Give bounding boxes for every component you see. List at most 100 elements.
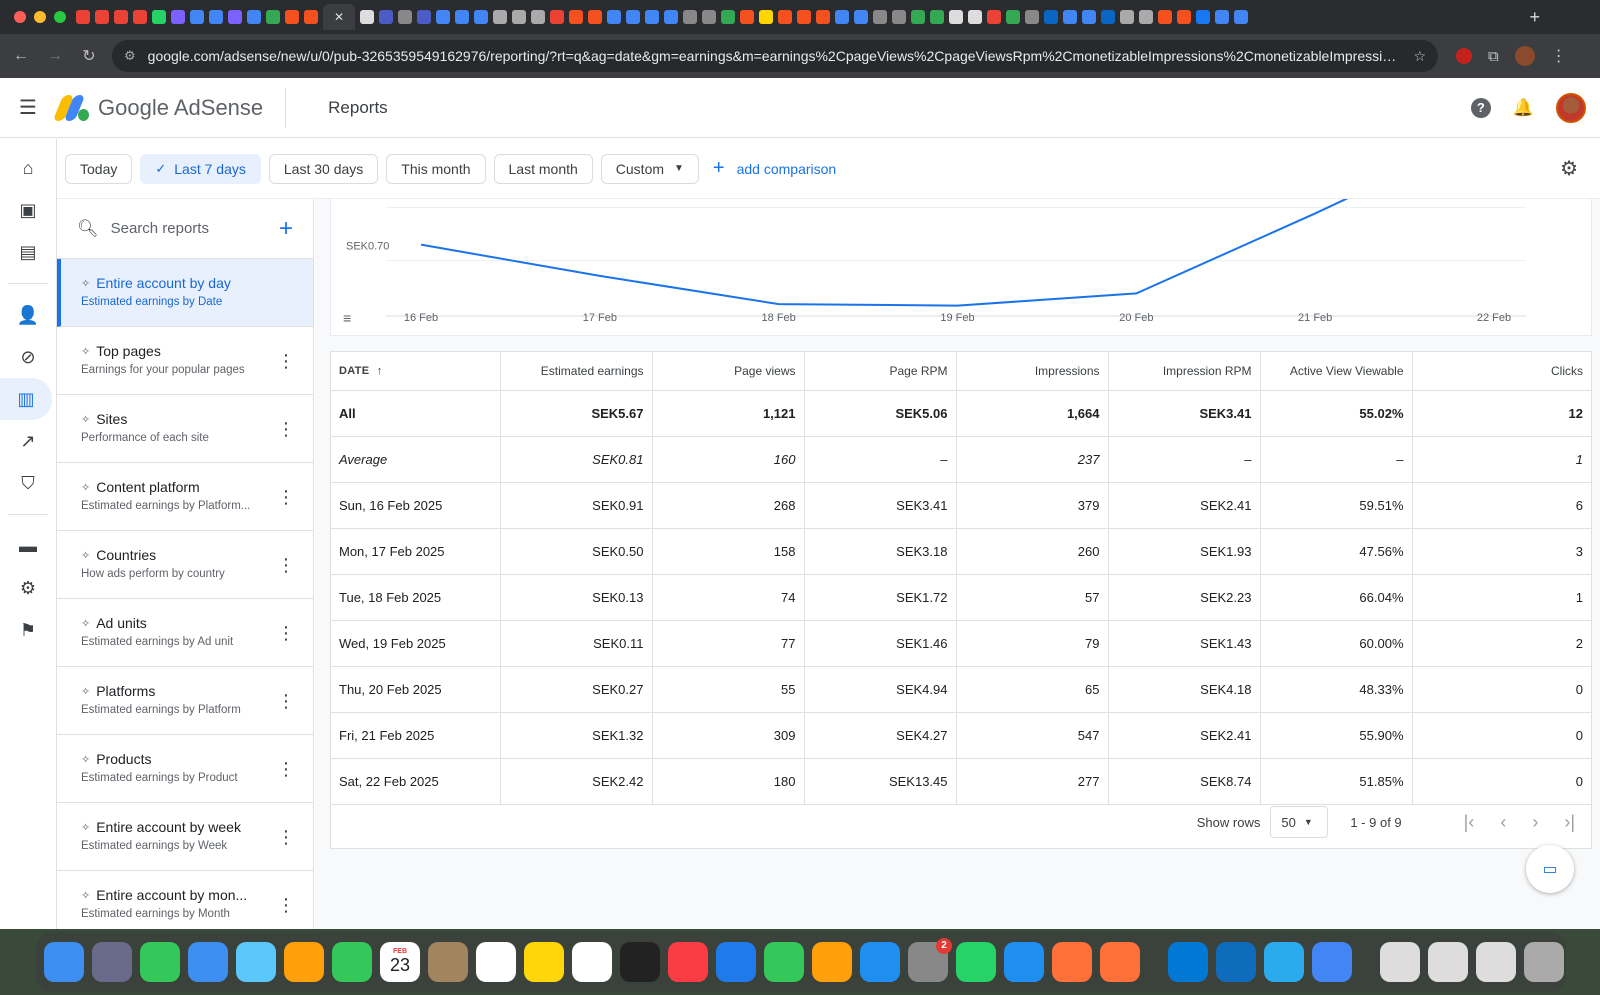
app-store-icon[interactable] [860, 942, 900, 982]
browser-tab[interactable] [76, 10, 90, 24]
account-avatar[interactable] [1556, 92, 1586, 123]
privacy-messaging-icon[interactable]: 👤 [4, 294, 52, 336]
policy-center-icon[interactable]: ⛉ [4, 462, 52, 504]
more-options-icon[interactable]: ⋮ [277, 419, 295, 440]
browser-tab[interactable] [702, 10, 716, 24]
minimize-window-button[interactable] [34, 11, 46, 23]
browser-tab[interactable] [683, 10, 697, 24]
previous-page-icon[interactable]: ‹ [1500, 812, 1506, 833]
rows-per-page-select[interactable]: 50 ▼ [1270, 806, 1329, 838]
more-options-icon[interactable]: ⋮ [277, 895, 295, 916]
column-header[interactable]: Page views [652, 352, 805, 391]
document-icon[interactable] [1428, 942, 1468, 982]
browser-tab[interactable] [417, 10, 431, 24]
browser-tab[interactable] [304, 10, 318, 24]
calendar-icon[interactable]: FEB 23 [380, 942, 420, 982]
browser-tab[interactable] [626, 10, 640, 24]
add-comparison-button[interactable]: + add comparison [713, 157, 836, 180]
forward-icon[interactable]: → [38, 47, 72, 65]
facetime-icon[interactable] [332, 942, 372, 982]
sites-icon[interactable]: ▤ [4, 231, 52, 273]
browser-tab[interactable] [740, 10, 754, 24]
next-page-icon[interactable]: › [1532, 812, 1538, 833]
ads-icon[interactable]: ▣ [4, 189, 52, 231]
browser-tab[interactable] [436, 10, 450, 24]
browser-tab[interactable] [1177, 10, 1191, 24]
column-header[interactable]: Page RPM [804, 352, 957, 391]
browser-tab[interactable] [550, 10, 564, 24]
trash-icon[interactable] [1524, 942, 1564, 982]
optimization-icon[interactable]: ↗ [4, 420, 52, 462]
more-options-icon[interactable]: ⋮ [277, 827, 295, 848]
account-settings-icon[interactable]: ⚙ [4, 567, 52, 609]
mail-icon[interactable] [188, 942, 228, 982]
telegram-icon[interactable] [1264, 942, 1304, 982]
browser-tab[interactable] [133, 10, 147, 24]
browser-tab[interactable] [360, 10, 374, 24]
browser-tab[interactable] [1196, 10, 1210, 24]
more-options-icon[interactable]: ⋮ [277, 487, 295, 508]
search-reports-input[interactable]: Search reports [111, 220, 279, 237]
safari-icon[interactable] [1004, 942, 1044, 982]
report-item[interactable]: ✧ Content platform Estimated earnings by P… [57, 463, 313, 531]
browser-tab[interactable] [266, 10, 280, 24]
downloads-folder-icon[interactable] [1380, 942, 1420, 982]
browser-tab[interactable] [190, 10, 204, 24]
report-settings-gear-icon[interactable]: ⚙ [1560, 156, 1578, 181]
report-item[interactable]: ✧ Entire account by week Estimated earning… [57, 803, 313, 871]
browser-tab[interactable] [531, 10, 545, 24]
launchpad-icon[interactable] [92, 942, 132, 982]
bookmark-star-icon[interactable]: ☆ [1413, 48, 1426, 65]
maps-icon[interactable] [236, 942, 276, 982]
first-page-icon[interactable]: |‹ [1464, 812, 1475, 833]
report-item[interactable]: ✧ Entire account by mon... Estimated earni… [57, 871, 313, 929]
chip-last-30-days[interactable]: Last 30 days [268, 153, 379, 184]
browser-tab[interactable] [854, 10, 868, 24]
reminders-icon[interactable] [476, 942, 516, 982]
browser-tab[interactable] [892, 10, 906, 24]
chart-legend-toggle-icon[interactable]: ≡ [343, 310, 351, 326]
column-header[interactable]: Impressions [956, 352, 1109, 391]
browser-tab[interactable] [171, 10, 185, 24]
new-tab-button[interactable]: + [1529, 7, 1540, 28]
close-window-button[interactable] [14, 11, 26, 23]
whatsapp-icon[interactable] [956, 942, 996, 982]
browser-tab[interactable] [1063, 10, 1077, 24]
keynote-icon[interactable] [716, 942, 756, 982]
site-info-icon[interactable]: ⚙ [124, 48, 136, 64]
browser-tab[interactable] [152, 10, 166, 24]
browser-tab[interactable] [987, 10, 1001, 24]
browser-tab[interactable] [664, 10, 678, 24]
browser-tab[interactable] [778, 10, 792, 24]
column-header[interactable]: Estimated earnings [500, 352, 653, 391]
browser-tab[interactable] [759, 10, 773, 24]
browser-tab[interactable] [607, 10, 621, 24]
contacts-icon[interactable] [428, 942, 468, 982]
browser-tab[interactable] [493, 10, 507, 24]
music-icon[interactable] [668, 942, 708, 982]
chip-last-month[interactable]: Last month [493, 153, 593, 184]
browser-tab[interactable] [1006, 10, 1020, 24]
numbers-icon[interactable] [764, 942, 804, 982]
chip-this-month[interactable]: This month [386, 153, 486, 184]
more-options-icon[interactable]: ⋮ [277, 759, 295, 780]
report-item[interactable]: ✧ Products Estimated earnings by Product ⋮ [57, 735, 313, 803]
more-options-icon[interactable]: ⋮ [277, 555, 295, 576]
notes-icon[interactable] [524, 942, 564, 982]
more-options-icon[interactable]: ⋮ [277, 351, 295, 372]
browser-tab[interactable] [1082, 10, 1096, 24]
report-item[interactable]: ✧ Sites Performance of each site ⋮ [57, 395, 313, 463]
payments-icon[interactable]: ▬ [4, 525, 52, 567]
browser-tab[interactable] [949, 10, 963, 24]
firefox-dev-icon[interactable] [1100, 942, 1140, 982]
outlook-icon[interactable] [1216, 942, 1256, 982]
report-item[interactable]: ✧ Entire account by day Estimated earnings… [57, 259, 313, 327]
browser-profile-avatar[interactable] [1514, 46, 1535, 66]
browser-tab[interactable] [569, 10, 583, 24]
extensions-puzzle-icon[interactable]: ⧉ [1488, 48, 1499, 65]
browser-tab[interactable] [968, 10, 982, 24]
column-header[interactable]: Clicks [1412, 352, 1591, 391]
chrome-icon[interactable] [1312, 942, 1352, 982]
zoom-window-button[interactable] [54, 11, 66, 23]
chip-today[interactable]: Today [65, 153, 133, 184]
